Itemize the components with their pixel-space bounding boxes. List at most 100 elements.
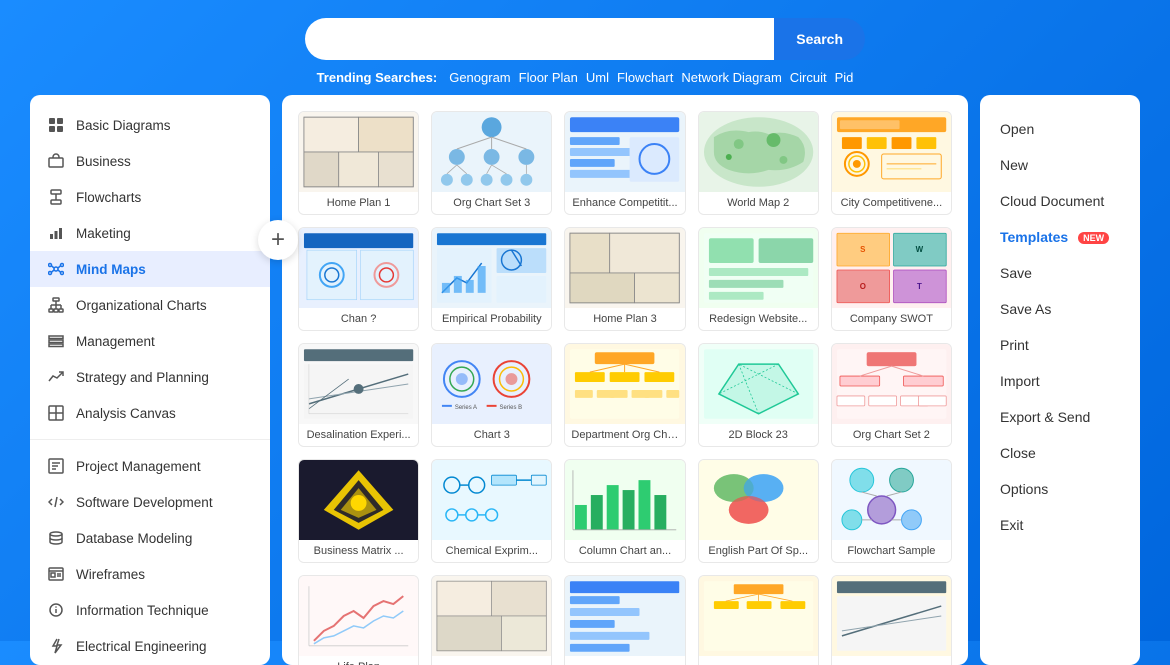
template-card-bottom-3[interactable] — [698, 575, 819, 665]
template-card-flowchart-sample[interactable]: Flowchart Sample — [831, 459, 952, 563]
add-new-button[interactable]: + — [258, 220, 298, 260]
template-card-dept-org-chart[interactable]: Department Org Chart — [564, 343, 685, 447]
trending-row: Trending Searches: Genogram Floor Plan U… — [317, 70, 854, 85]
template-label-world-map-2: World Map 2 — [699, 192, 818, 214]
right-panel-cloud-doc[interactable]: Cloud Document — [980, 183, 1140, 219]
sidebar-label-org-charts: Organizational Charts — [76, 298, 207, 313]
template-label-life-plan: Life Plan — [299, 656, 418, 665]
sidebar-item-basic-diagrams[interactable]: Basic Diagrams — [30, 107, 270, 143]
template-card-biz-matrix[interactable]: Business Matrix ... — [298, 459, 419, 563]
template-card-english-part[interactable]: English Part Of Sp... — [698, 459, 819, 563]
search-input[interactable] — [305, 18, 774, 60]
sidebar-item-business[interactable]: Business — [30, 143, 270, 179]
sidebar-label-database: Database Modeling — [76, 531, 192, 546]
right-panel-save-as[interactable]: Save As — [980, 291, 1140, 327]
template-label-org-chart-set-3: Org Chart Set 3 — [432, 192, 551, 214]
sidebar-item-wireframes[interactable]: Wireframes — [30, 556, 270, 592]
template-card-enhance-competit[interactable]: Enhance Competitit... — [564, 111, 685, 215]
trending-floor-plan[interactable]: Floor Plan — [519, 70, 578, 85]
software-icon — [46, 492, 66, 512]
sidebar-item-analysis[interactable]: Analysis Canvas — [30, 395, 270, 431]
template-label-org-chart-set-2: Org Chart Set 2 — [832, 424, 951, 446]
right-panel-save[interactable]: Save — [980, 255, 1140, 291]
template-card-chan[interactable]: Chan ? — [298, 227, 419, 331]
trending-pid[interactable]: Pid — [835, 70, 854, 85]
sidebar-item-software-dev[interactable]: Software Development — [30, 484, 270, 520]
template-label-biz-matrix: Business Matrix ... — [299, 540, 418, 562]
sidebar-item-org-charts[interactable]: Organizational Charts — [30, 287, 270, 323]
sidebar-item-management[interactable]: Management — [30, 323, 270, 359]
sidebar-label-info-tech: Information Technique — [76, 603, 209, 618]
trending-label: Trending Searches: — [317, 70, 438, 85]
template-card-desalination[interactable]: Desalination Experi... — [298, 343, 419, 447]
sidebar-item-maketing[interactable]: Maketing — [30, 215, 270, 251]
sidebar-label-flowcharts: Flowcharts — [76, 190, 141, 205]
right-panel-print[interactable]: Print — [980, 327, 1140, 363]
template-label-bottom-3 — [699, 656, 818, 665]
template-label-enhance-competit: Enhance Competitit... — [565, 192, 684, 214]
sidebar-item-database[interactable]: Database Modeling — [30, 520, 270, 556]
right-panel-new[interactable]: New — [980, 147, 1140, 183]
trending-genogram[interactable]: Genogram — [449, 70, 510, 85]
sidebar-item-electrical[interactable]: Electrical Engineering — [30, 628, 270, 664]
project-icon — [46, 456, 66, 476]
template-label-empirical-prob: Empirical Probability — [432, 308, 551, 330]
template-card-bottom-1[interactable] — [431, 575, 552, 665]
template-card-2d-block-23[interactable]: 2D Block 23 — [698, 343, 819, 447]
right-panel-exit[interactable]: Exit — [980, 507, 1140, 543]
template-card-chemical[interactable]: Chemical Exprim... — [431, 459, 552, 563]
template-card-bottom-2[interactable] — [564, 575, 685, 665]
org-icon — [46, 295, 66, 315]
template-card-chart-3[interactable]: Series A Series B Chart 3 — [431, 343, 552, 447]
template-label-bottom-4 — [832, 656, 951, 665]
sidebar-label-analysis: Analysis Canvas — [76, 406, 176, 421]
sidebar-divider — [30, 439, 270, 440]
right-panel-open[interactable]: Open — [980, 111, 1140, 147]
sidebar: Basic Diagrams Business Flowcharts — [30, 95, 270, 665]
template-card-redesign-website[interactable]: Redesign Website... — [698, 227, 819, 331]
svg-text:O: O — [859, 282, 865, 291]
right-panel-options[interactable]: Options — [980, 471, 1140, 507]
trending-circuit[interactable]: Circuit — [790, 70, 827, 85]
template-label-city-competitive: City Competitivene... — [832, 192, 951, 214]
trending-flowchart[interactable]: Flowchart — [617, 70, 673, 85]
right-panel-export-send[interactable]: Export & Send — [980, 399, 1140, 435]
grid-icon — [46, 115, 66, 135]
sidebar-item-strategy[interactable]: Strategy and Planning — [30, 359, 270, 395]
trending-network-diagram[interactable]: Network Diagram — [681, 70, 781, 85]
templates-area: Home Plan 1 — [282, 95, 968, 665]
sidebar-item-mind-maps[interactable]: Mind Maps — [30, 251, 270, 287]
wireframe-icon — [46, 564, 66, 584]
template-card-life-plan[interactable]: Life Plan — [298, 575, 419, 665]
template-card-home-plan-1[interactable]: Home Plan 1 — [298, 111, 419, 215]
template-label-chan: Chan ? — [299, 308, 418, 330]
template-card-home-plan-3[interactable]: Home Plan 3 — [564, 227, 685, 331]
template-card-org-chart-set-3[interactable]: Org Chart Set 3 — [431, 111, 552, 215]
sidebar-item-project-mgmt[interactable]: Project Management — [30, 448, 270, 484]
template-card-bottom-4[interactable] — [831, 575, 952, 665]
sidebar-label-management: Management — [76, 334, 155, 349]
sidebar-label-software-dev: Software Development — [76, 495, 213, 510]
right-panel-import[interactable]: Import — [980, 363, 1140, 399]
trending-uml[interactable]: Uml — [586, 70, 609, 85]
right-panel-templates[interactable]: Templates NEW — [980, 219, 1140, 255]
flow-icon — [46, 187, 66, 207]
sidebar-item-flowcharts[interactable]: Flowcharts — [30, 179, 270, 215]
search-row: Search — [305, 18, 865, 60]
template-label-home-plan-1: Home Plan 1 — [299, 192, 418, 214]
template-card-org-chart-set-2[interactable]: Org Chart Set 2 — [831, 343, 952, 447]
template-card-column-chart[interactable]: Column Chart an... — [564, 459, 685, 563]
templates-grid: Home Plan 1 — [298, 111, 952, 665]
right-panel-close[interactable]: Close — [980, 435, 1140, 471]
template-label-2d-block-23: 2D Block 23 — [699, 424, 818, 446]
sidebar-label-strategy: Strategy and Planning — [76, 370, 209, 385]
database-icon — [46, 528, 66, 548]
template-card-company-swot[interactable]: S W O T Company SWOT — [831, 227, 952, 331]
search-button[interactable]: Search — [774, 18, 865, 60]
template-label-redesign-website: Redesign Website... — [699, 308, 818, 330]
sidebar-item-info-tech[interactable]: Information Technique — [30, 592, 270, 628]
template-card-world-map-2[interactable]: World Map 2 — [698, 111, 819, 215]
template-label-chart-3: Chart 3 — [432, 424, 551, 446]
template-card-city-competitive[interactable]: City Competitivene... — [831, 111, 952, 215]
template-card-empirical-prob[interactable]: Empirical Probability — [431, 227, 552, 331]
